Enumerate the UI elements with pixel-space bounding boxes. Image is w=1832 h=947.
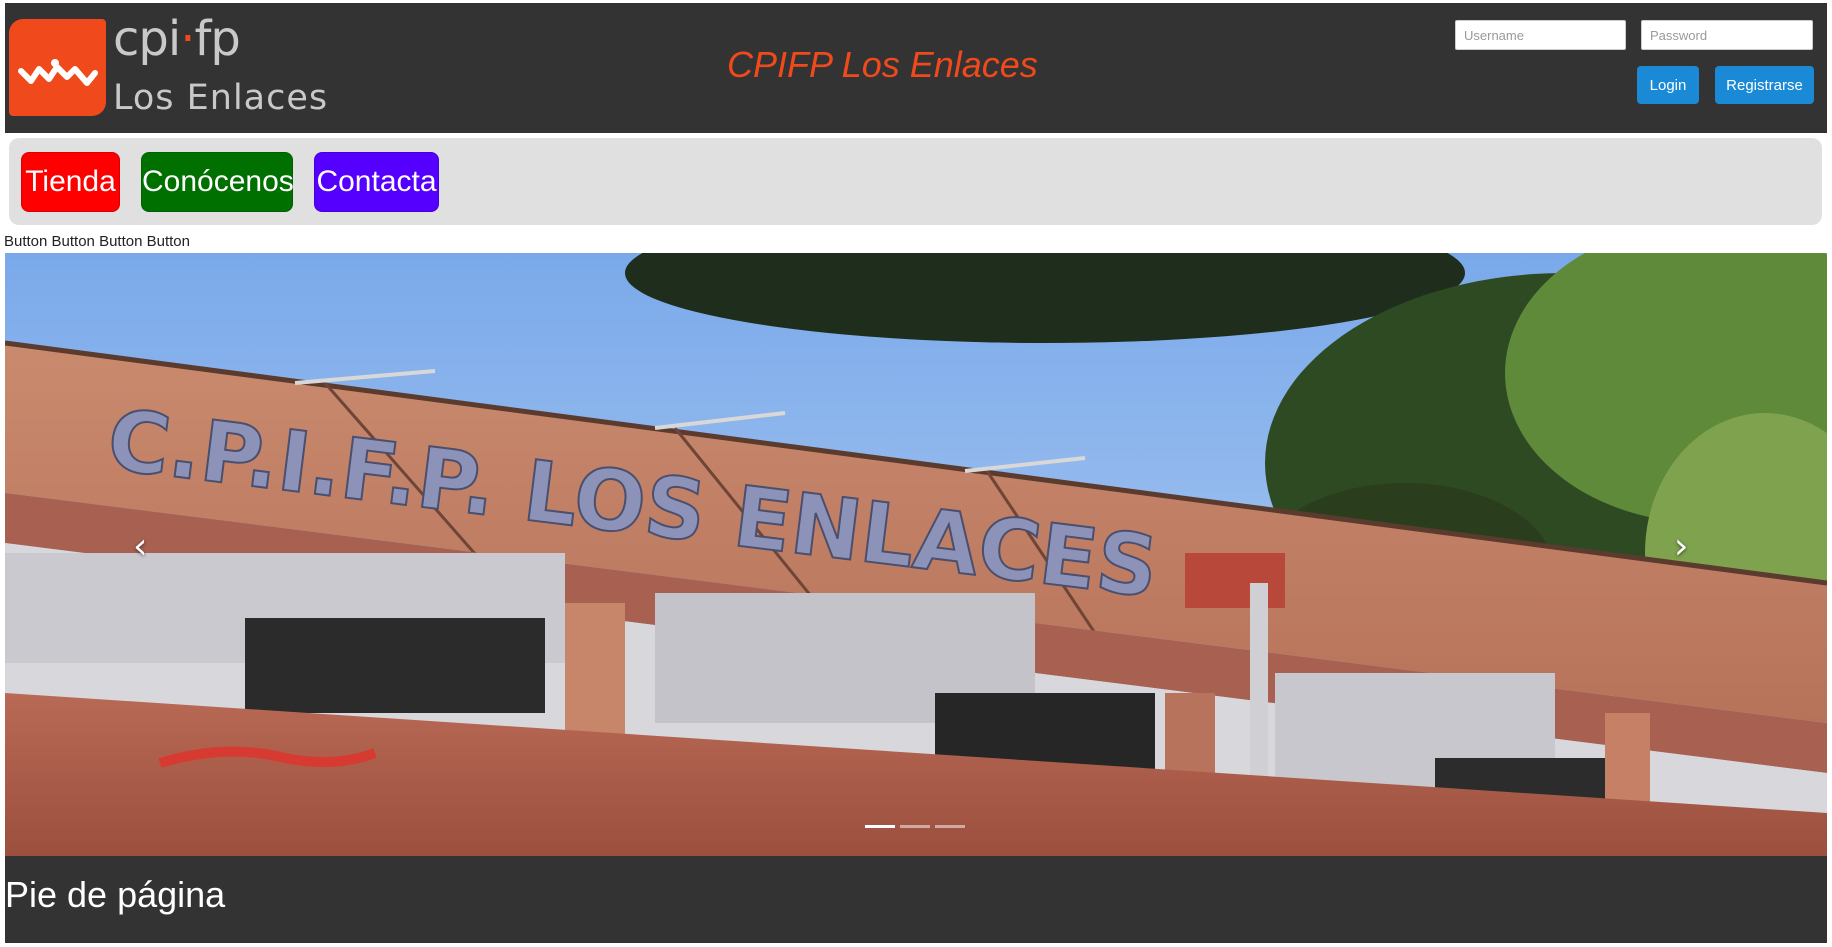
username-input[interactable] [1455, 20, 1626, 50]
carousel-indicator[interactable] [935, 825, 965, 828]
chevron-left-icon[interactable]: ‹ [133, 529, 147, 565]
site-header: cpi·fp Los Enlaces CPIFP Los Enlaces Log… [5, 3, 1827, 133]
carousel-indicator[interactable] [865, 825, 895, 828]
login-button[interactable]: Login [1637, 66, 1699, 104]
logo-wordmark: cpi·fp [113, 15, 241, 63]
nav-button-conocenos[interactable]: Conócenos [141, 152, 294, 212]
main-nav: Tienda Conócenos Contacta [9, 138, 1822, 225]
logo-subtitle: Los Enlaces [113, 78, 329, 118]
logo-icon[interactable] [9, 19, 106, 116]
carousel-indicator[interactable] [900, 825, 930, 828]
school-building-photo: C.P.I.F.P. LOS ENLACES [5, 253, 1827, 856]
logo-word-part1: cpi [113, 11, 181, 67]
register-button[interactable]: Registrarse [1715, 66, 1814, 104]
nav-button-tienda[interactable]: Tienda [21, 152, 120, 212]
password-input[interactable] [1641, 20, 1813, 50]
image-carousel[interactable]: C.P.I.F.P. LOS ENLACES ‹ › [5, 253, 1827, 856]
footer-text: Pie de página [5, 874, 226, 915]
chevron-right-icon[interactable]: › [1674, 529, 1688, 565]
page-title: CPIFP Los Enlaces [727, 44, 1038, 85]
nav-button-contacta[interactable]: Contacta [314, 152, 439, 212]
site-footer: Pie de página [5, 856, 1827, 943]
logo-word-dot: · [180, 11, 195, 67]
logo-word-part2: fp [194, 11, 240, 67]
plain-button-row[interactable]: Button Button Button Button [4, 233, 190, 250]
